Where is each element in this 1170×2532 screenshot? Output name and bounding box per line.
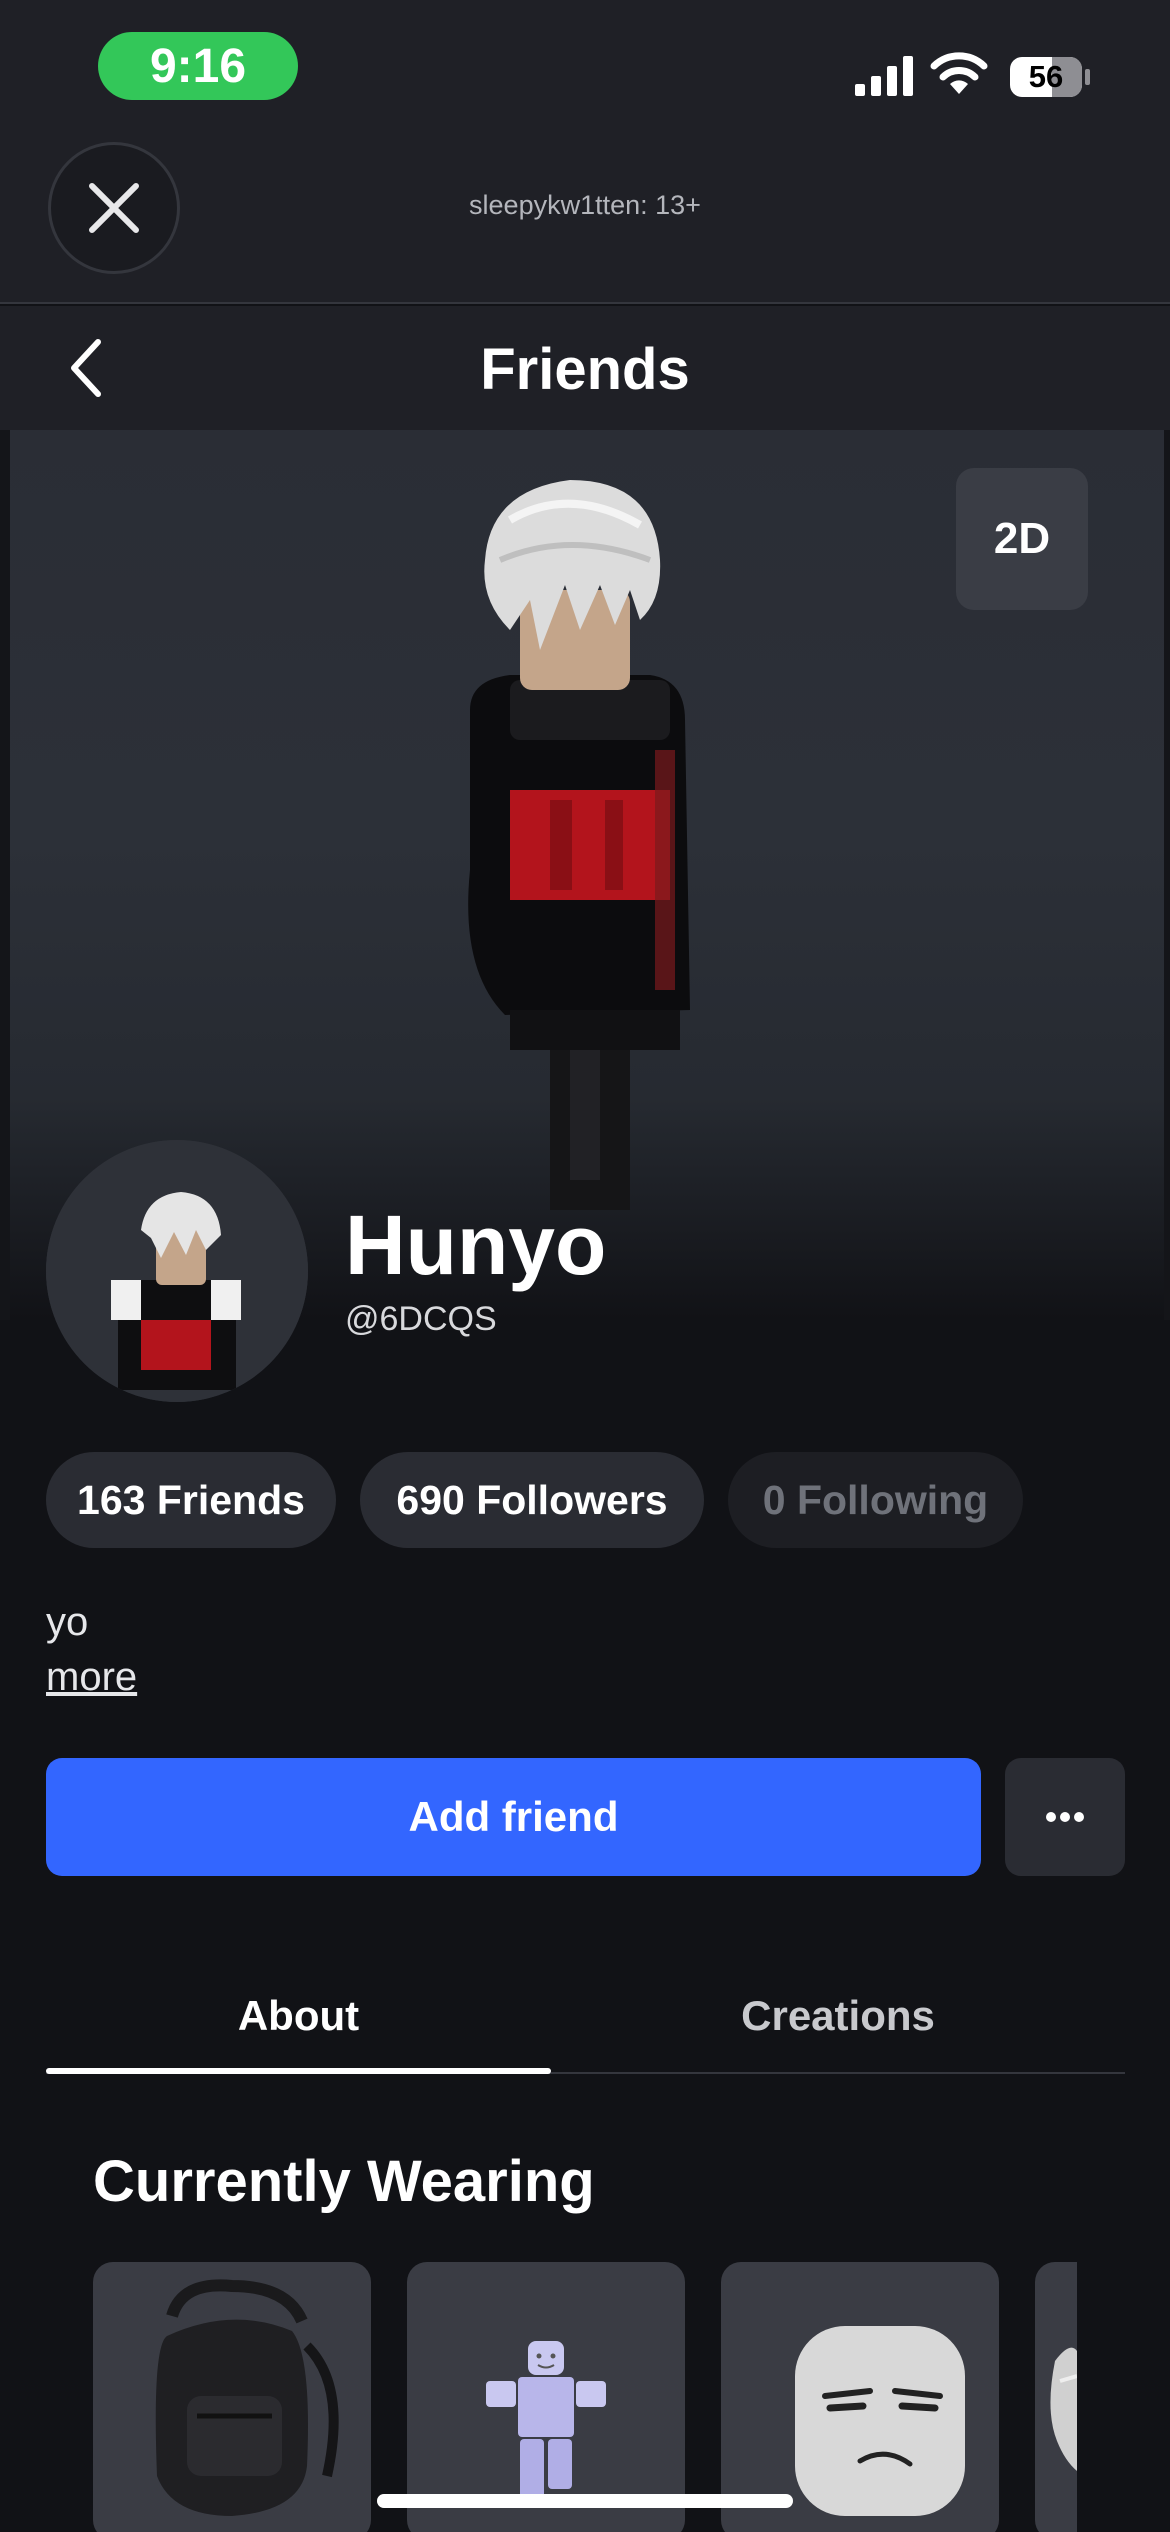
home-indicator [377,2494,793,2508]
username: @6DCQS [345,1300,497,1338]
followers-count-button[interactable]: 690 Followers [360,1452,704,1548]
nav-bar: Friends [0,306,1170,430]
backpack-icon [155,2279,339,2516]
avatar-3d-render [468,480,690,1210]
account-label: sleepykw1tten: 13+ [469,190,701,220]
status-bar: 9:16 56 [0,0,1170,140]
wifi-icon [930,52,988,94]
following-count-button[interactable]: 0 Following [728,1452,1023,1548]
tab-creations[interactable]: Creations [551,1960,1125,2072]
wearing-item-body[interactable] [407,2262,685,2532]
bio-text: yo [46,1600,89,1644]
view-2d-toggle-button[interactable]: 2D [956,468,1088,610]
top-bar: sleepykw1tten: 13+ [0,140,1170,304]
friends-count-button[interactable]: 163 Friends [46,1452,336,1548]
more-options-button[interactable] [1005,1758,1125,1876]
add-friend-button[interactable]: Add friend [46,1758,981,1876]
wearing-item-face[interactable] [721,2262,999,2532]
page-title: Friends [480,337,690,402]
avatar-headshot-icon [46,1140,308,1402]
hero-edge [0,430,10,1320]
hero-edge [1164,430,1170,1320]
battery-level: 56 [1028,59,1064,94]
face-icon [795,2326,965,2516]
status-time: 9:16 [98,32,298,100]
wearing-item-hair[interactable] [1035,2262,1077,2532]
currently-wearing-title: Currently Wearing [93,2149,595,2214]
avatar-figure-icon [486,2341,606,2499]
ellipsis-icon [1046,1812,1084,1822]
display-name: Hunyo [345,1198,607,1292]
bio-more-link[interactable]: more [46,1655,137,1700]
profile-page: 9:16 56 sleepykw1tten: 13+ Friends 2D Hu… [0,0,1170,2532]
avatar [46,1140,308,1402]
tab-about[interactable]: About [46,1960,551,2072]
wearing-item-backpack[interactable] [93,2262,371,2532]
active-tab-indicator [46,2068,551,2074]
cellular-signal-icon [855,56,913,96]
hair-icon [1050,2347,1077,2471]
battery-indicator: 56 [1008,55,1092,99]
